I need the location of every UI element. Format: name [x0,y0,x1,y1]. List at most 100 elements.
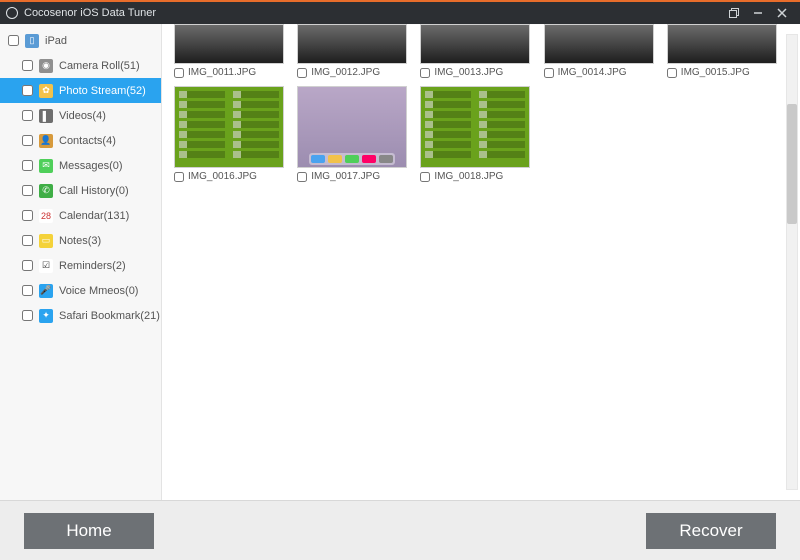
thumbnail-image[interactable] [174,24,284,64]
thumbnail-caption: IMG_0015.JPG [667,67,780,78]
sidebar-item-checkbox[interactable] [22,185,33,196]
category-icon: ✉ [39,159,53,173]
sidebar-item-checkbox[interactable] [22,260,33,271]
category-icon: ✆ [39,184,53,198]
content-area: IMG_0011.JPG IMG_0012.JPG IMG_0013.JPG IMG_… [162,24,800,500]
grid-cell: IMG_0017.JPG [297,86,410,182]
thumbnail-caption: IMG_0016.JPG [174,171,287,182]
sidebar-item[interactable]: ◉ Camera Roll(51) [0,53,161,78]
category-icon: ✿ [39,84,53,98]
sidebar-item-checkbox[interactable] [22,310,33,321]
thumbnail-caption: IMG_0014.JPG [544,67,657,78]
sidebar-item-label: Messages(0) [59,160,123,172]
sidebar-item-checkbox[interactable] [22,135,33,146]
sidebar-item[interactable]: ▭ Notes(3) [0,228,161,253]
app-logo-icon [6,7,18,19]
grid-cell: IMG_0015.JPG [667,24,780,78]
minimize-icon[interactable] [746,4,770,22]
thumbnail-image[interactable] [174,86,284,168]
category-icon: ◉ [39,59,53,73]
thumbnail-filename: IMG_0016.JPG [188,171,257,182]
sidebar-item[interactable]: ☑ Reminders(2) [0,253,161,278]
thumbnail-caption: IMG_0013.JPG [420,67,533,78]
sidebar-item-label: Safari Bookmark(21) [59,310,160,322]
device-checkbox[interactable] [8,35,19,46]
thumbnail-filename: IMG_0017.JPG [311,171,380,182]
titlebar: Cocosenor iOS Data Tuner [0,0,800,24]
thumbnail-checkbox[interactable] [297,68,307,78]
sidebar-item-label: Photo Stream(52) [59,85,146,97]
sidebar-item-label: Reminders(2) [59,260,126,272]
grid-cell: IMG_0016.JPG [174,86,287,182]
sidebar-item-checkbox[interactable] [22,110,33,121]
sidebar-item-label: Camera Roll(51) [59,60,140,72]
sidebar-device-row[interactable]: ▯ iPad [0,28,161,53]
sidebar-item-checkbox[interactable] [22,85,33,96]
grid-cell: IMG_0013.JPG [420,24,533,78]
sidebar-item-label: Contacts(4) [59,135,116,147]
thumbnail-image[interactable] [420,24,530,64]
thumbnail-image[interactable] [544,24,654,64]
footer: Home Recover [0,500,800,560]
scrollbar-track[interactable] [786,34,798,490]
thumbnail-checkbox[interactable] [174,68,184,78]
sidebar-item-label: Notes(3) [59,235,101,247]
sidebar-item[interactable]: ✆ Call History(0) [0,178,161,203]
thumbnail-checkbox[interactable] [420,68,430,78]
thumbnail-image[interactable] [667,24,777,64]
category-icon: 28 [39,209,53,223]
thumbnail-filename: IMG_0014.JPG [558,67,627,78]
thumbnail-checkbox[interactable] [544,68,554,78]
thumbnail-filename: IMG_0015.JPG [681,67,750,78]
device-label: iPad [45,35,67,47]
thumbnail-checkbox[interactable] [667,68,677,78]
grid-cell: IMG_0012.JPG [297,24,410,78]
sidebar-item[interactable]: ▌ Videos(4) [0,103,161,128]
sidebar-item[interactable]: 🎤 Voice Mmeos(0) [0,278,161,303]
sidebar-item[interactable]: ✉ Messages(0) [0,153,161,178]
sidebar-item-checkbox[interactable] [22,160,33,171]
sidebar-item-label: Call History(0) [59,185,129,197]
thumbnail-checkbox[interactable] [420,172,430,182]
thumbnail-image[interactable] [297,86,407,168]
thumbnail-caption: IMG_0012.JPG [297,67,410,78]
sidebar-item-checkbox[interactable] [22,235,33,246]
sidebar-item-checkbox[interactable] [22,210,33,221]
sidebar-item-label: Calendar(131) [59,210,129,222]
thumbnail-filename: IMG_0012.JPG [311,67,380,78]
category-icon: 👤 [39,134,53,148]
thumbnail-checkbox[interactable] [174,172,184,182]
sidebar-item-label: Videos(4) [59,110,106,122]
grid-cell: IMG_0011.JPG [174,24,287,78]
ipad-icon: ▯ [25,34,39,48]
close-icon[interactable] [770,4,794,22]
thumbnail-filename: IMG_0011.JPG [188,67,256,78]
sidebar-item[interactable]: 28 Calendar(131) [0,203,161,228]
category-icon: ▌ [39,109,53,123]
grid-cell: IMG_0018.JPG [420,86,533,182]
thumbnail-caption: IMG_0017.JPG [297,171,410,182]
scrollbar-thumb[interactable] [787,104,797,224]
thumbnail-caption: IMG_0011.JPG [174,67,287,78]
restore-icon[interactable] [722,4,746,22]
thumbnail-image[interactable] [420,86,530,168]
category-icon: ▭ [39,234,53,248]
category-icon: 🎤 [39,284,53,298]
thumbnail-image[interactable] [297,24,407,64]
home-button[interactable]: Home [24,513,154,549]
category-icon: ✦ [39,309,53,323]
recover-button[interactable]: Recover [646,513,776,549]
thumbnail-checkbox[interactable] [297,172,307,182]
sidebar-item-label: Voice Mmeos(0) [59,285,138,297]
sidebar: ▯ iPad ◉ Camera Roll(51) ✿ Photo Stream(52)… [0,24,162,500]
sidebar-item[interactable]: ✦ Safari Bookmark(21) [0,303,161,328]
app-title: Cocosenor iOS Data Tuner [24,7,156,19]
thumbnail-filename: IMG_0013.JPG [434,67,503,78]
sidebar-item[interactable]: ✿ Photo Stream(52) [0,78,161,103]
thumbnail-filename: IMG_0018.JPG [434,171,503,182]
thumbnail-caption: IMG_0018.JPG [420,171,533,182]
sidebar-item-checkbox[interactable] [22,285,33,296]
sidebar-item[interactable]: 👤 Contacts(4) [0,128,161,153]
sidebar-item-checkbox[interactable] [22,60,33,71]
category-icon: ☑ [39,259,53,273]
